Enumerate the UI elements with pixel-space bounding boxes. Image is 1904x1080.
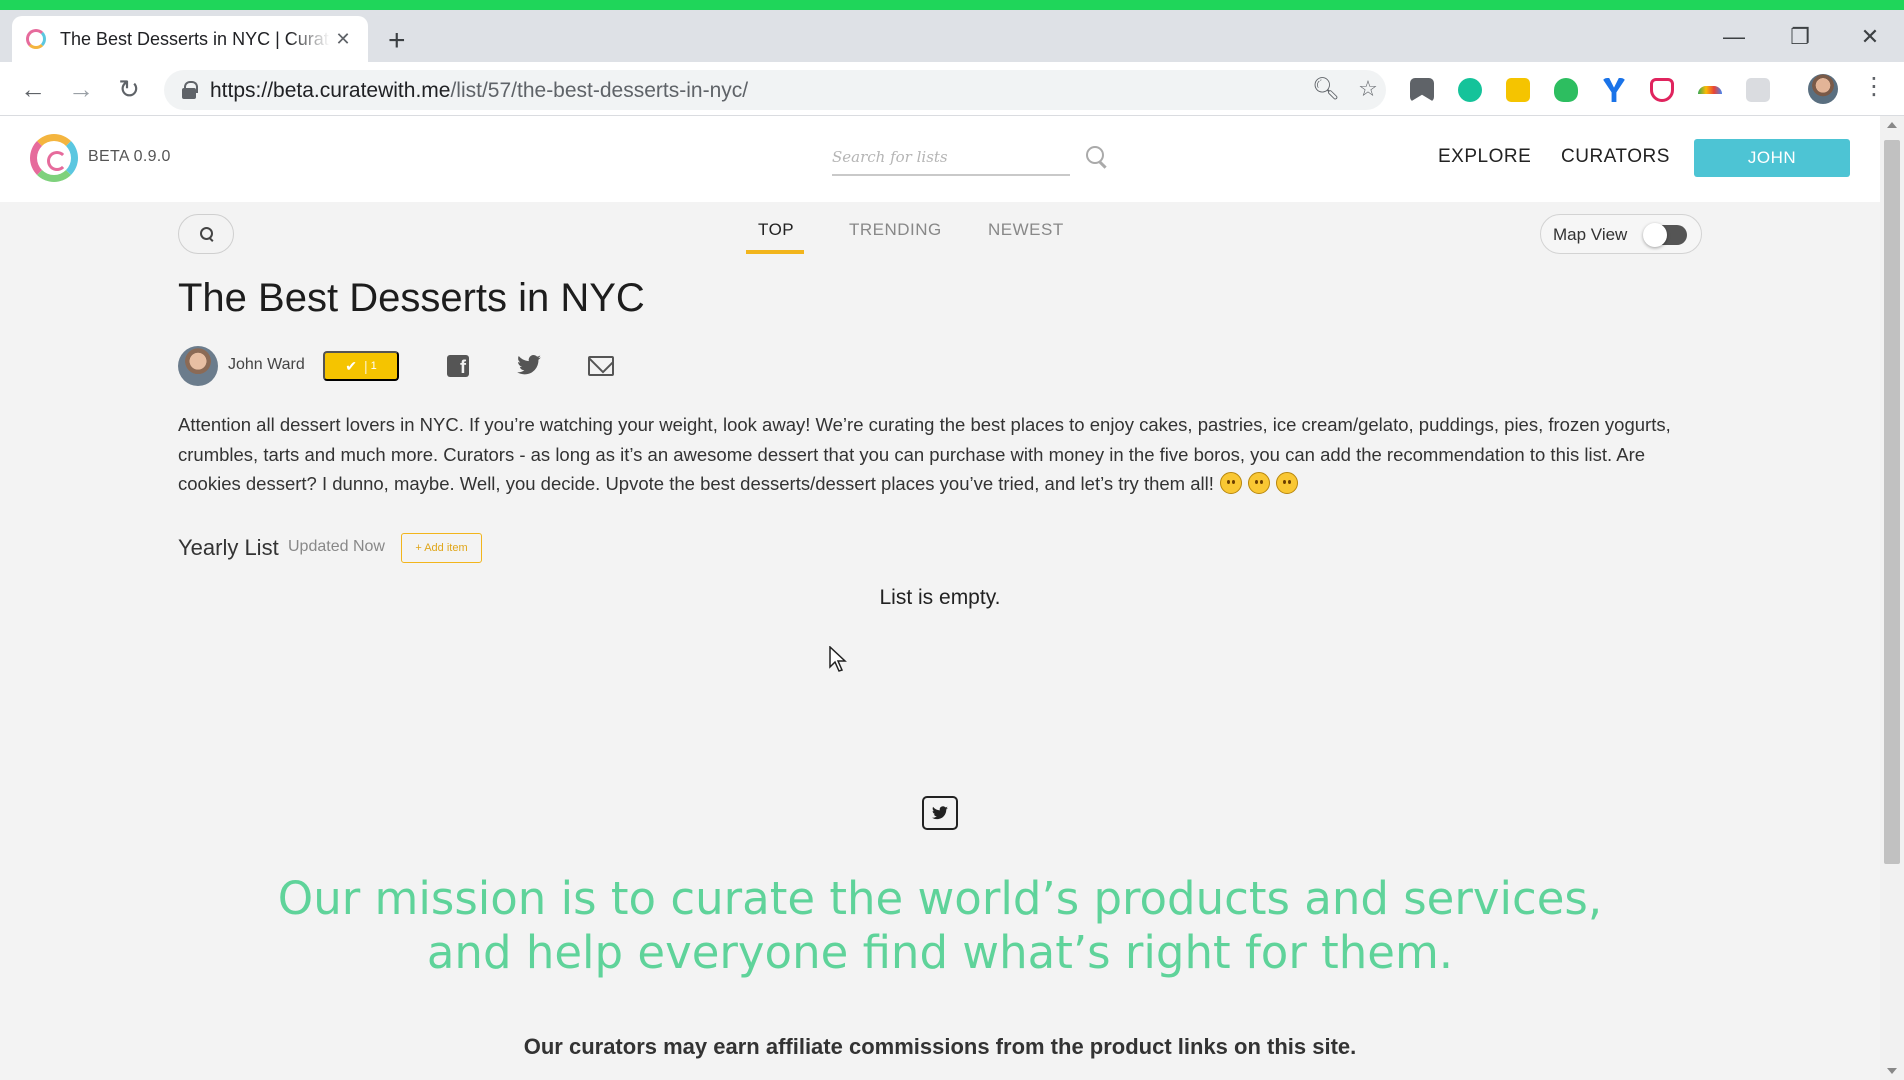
search-icon: [200, 227, 214, 241]
map-view-control: Map View: [1540, 214, 1702, 254]
add-item-button[interactable]: + Add item: [401, 533, 482, 563]
map-view-label: Map View: [1553, 225, 1628, 244]
close-window-icon[interactable]: ✕: [1840, 24, 1900, 50]
affiliate-disclosure: Our curators may earn affiliate commissi…: [523, 1034, 1357, 1059]
check-icon: ✔: [345, 357, 357, 374]
browser-top-strip: [0, 0, 1904, 10]
new-tab-button[interactable]: +: [388, 26, 406, 56]
browser-toolbar: ← → ↻ https://beta.curatewith.me/list/57…: [0, 62, 1904, 116]
browser-profile-avatar[interactable]: [1808, 74, 1838, 104]
mission-statement: Our mission is to curate the world’s pro…: [0, 872, 1880, 980]
tab-top[interactable]: TOP: [758, 220, 794, 240]
active-tab-indicator: [746, 250, 804, 254]
scrollbar-thumb[interactable]: [1884, 140, 1900, 864]
bookmark-star-icon[interactable]: ☆: [1354, 76, 1382, 102]
author-name-link[interactable]: John Ward: [228, 356, 305, 374]
facebook-share-icon[interactable]: f: [447, 355, 469, 377]
list-type-label: Yearly List: [178, 535, 279, 560]
address-bar[interactable]: https://beta.curatewith.me/list/57/the-b…: [164, 70, 1386, 110]
upvote-button[interactable]: ✔ | 1: [323, 351, 399, 381]
author-avatar[interactable]: [178, 346, 218, 386]
list-description: Attention all dessert lovers in NYC. If …: [178, 410, 1706, 503]
grinning-emoji-icon: [1247, 472, 1270, 494]
mission-line-1: Our mission is to curate the world’s pro…: [277, 872, 1603, 925]
list-search-input[interactable]: [832, 140, 1070, 174]
toggle-knob: [1643, 223, 1667, 247]
lock-icon[interactable]: [182, 81, 198, 99]
minimize-window-icon[interactable]: —: [1704, 24, 1764, 50]
back-arrow-icon[interactable]: ←: [18, 74, 48, 104]
evernote-extension-icon[interactable]: [1554, 78, 1578, 102]
rainbow-extension-icon[interactable]: [1698, 86, 1722, 94]
pudding-emoji-icon: [1219, 472, 1242, 494]
empty-list-message: List is empty.: [879, 586, 1001, 609]
email-share-icon[interactable]: [588, 356, 614, 376]
browser-menu-icon[interactable]: ⋮: [1862, 72, 1886, 101]
site-header: BETA 0.9.0 EXPLORE CURATORS JOHN: [0, 116, 1880, 202]
reload-icon[interactable]: ↻: [114, 74, 144, 104]
nav-explore-link[interactable]: EXPLORE: [1438, 146, 1531, 168]
mission-line-2: and help everyone find what’s right for …: [426, 926, 1454, 979]
list-title: The Best Desserts in NYC: [178, 276, 645, 320]
search-in-list-button[interactable]: [178, 214, 234, 254]
grammarly-extension-icon[interactable]: [1458, 78, 1482, 102]
close-tab-icon[interactable]: ✕: [332, 29, 354, 50]
scroll-down-arrow-icon[interactable]: [1887, 1068, 1897, 1074]
footer-twitter-icon[interactable]: [922, 796, 958, 830]
yum-emoji-icon: [1275, 472, 1298, 494]
nav-curators-link[interactable]: CURATORS: [1561, 146, 1670, 168]
page-scrollbar[interactable]: [1880, 116, 1904, 1080]
bookmark-extension-icon[interactable]: [1410, 78, 1434, 102]
list-search-box: [832, 140, 1070, 176]
map-view-toggle[interactable]: [1643, 223, 1687, 247]
tab-newest[interactable]: NEWEST: [988, 220, 1064, 240]
list-updated-label: Updated Now: [288, 538, 385, 555]
puzzle-extension-icon[interactable]: [1746, 78, 1770, 102]
search-icon[interactable]: [1086, 146, 1108, 168]
twitter-share-icon[interactable]: [516, 352, 542, 378]
beta-version-label: BETA 0.9.0: [88, 148, 171, 165]
url-text[interactable]: https://beta.curatewith.me/list/57/the-b…: [210, 79, 748, 103]
zoom-icon[interactable]: 🔍︎: [1312, 76, 1340, 102]
pocket-extension-icon[interactable]: [1650, 78, 1674, 102]
scroll-up-arrow-icon[interactable]: [1887, 122, 1897, 128]
curate-favicon-icon: [26, 29, 46, 49]
browser-tab-active[interactable]: The Best Desserts in NYC | Curatewith.me…: [12, 16, 368, 62]
upvote-count: 1: [370, 360, 377, 372]
forward-arrow-icon[interactable]: →: [66, 74, 96, 104]
notes-extension-icon[interactable]: [1506, 78, 1530, 102]
emoji-group: [1214, 472, 1298, 503]
curate-logo-icon[interactable]: [30, 134, 78, 182]
browser-tab-bar: The Best Desserts in NYC | Curatewith.me…: [0, 10, 1904, 62]
y-extension-icon[interactable]: [1602, 78, 1626, 102]
restore-window-icon[interactable]: ❐: [1770, 24, 1830, 50]
user-menu-button[interactable]: JOHN: [1694, 139, 1850, 177]
tab-trending[interactable]: TRENDING: [849, 220, 942, 240]
browser-tab-title: The Best Desserts in NYC | Curatewith.me: [60, 28, 330, 49]
